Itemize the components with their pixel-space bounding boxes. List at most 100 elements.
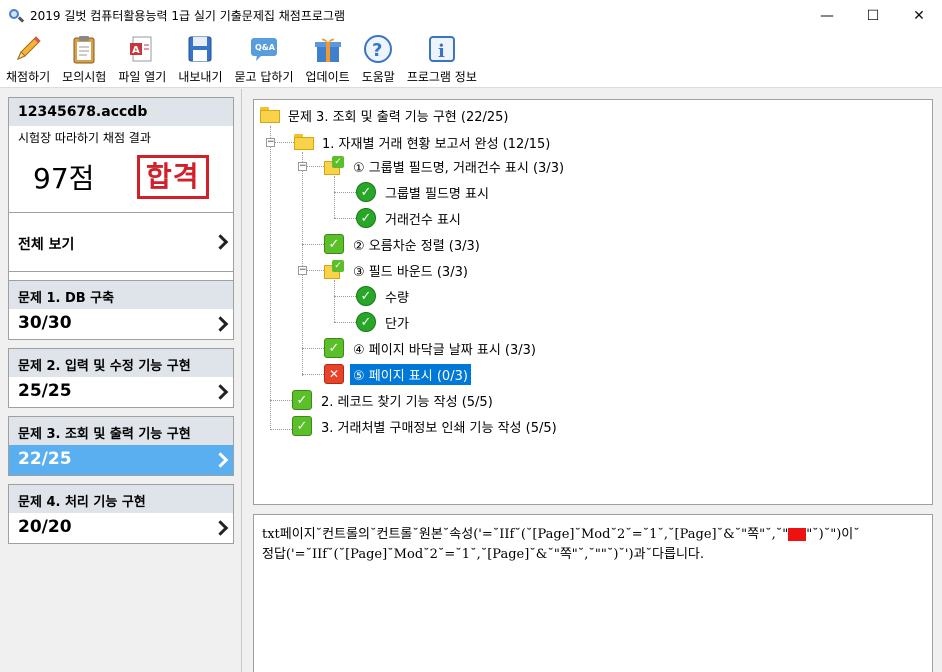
collapse-toggle[interactable]: − <box>298 162 307 171</box>
update-button[interactable]: 업데이트 <box>300 31 356 85</box>
tree-node-label: 3. 거래처별 구매정보 인쇄 기능 작성 (5/5) <box>321 420 557 436</box>
check-square-icon: ✓ <box>324 234 344 254</box>
help-label: 도움말 <box>361 70 395 84</box>
tree-node-3[interactable]: ✓ 3. 거래처별 구매정보 인쇄 기능 작성 (5/5) <box>292 415 560 437</box>
tree-node-1-2[interactable]: ✓ ② 오름차순 정렬 (3/3) <box>324 233 483 255</box>
pass-stamp: 합격 <box>137 155 209 199</box>
detail-line-2: 정답('=˘IIf˘(˘[Page]˘Mod˘2˘=˘1˘,˘[Page]˘&˘… <box>262 547 705 562</box>
all-view-label: 전체 보기 <box>18 237 75 253</box>
tree-node-label: ① 그룹별 필드명, 거래건수 표시 (3/3) <box>353 160 565 176</box>
check-circle-icon: ✓ <box>356 286 376 306</box>
check-square-icon: ✓ <box>324 338 344 358</box>
tree-node-label: 문제 3. 조회 및 출력 기능 구현 (22/25) <box>288 109 509 125</box>
maximize-button[interactable]: ☐ <box>850 0 896 31</box>
tree-node-1-1-b[interactable]: ✓ 거래건수 표시 <box>356 207 464 229</box>
open-file-label: 파일 열기 <box>118 70 167 84</box>
gift-box-icon <box>314 38 341 62</box>
check-square-icon: ✓ <box>292 390 312 410</box>
program-info-button[interactable]: i 프로그램 정보 <box>401 31 483 85</box>
nav-item-score: 30/30 <box>18 313 72 333</box>
tree-node-1-5[interactable]: ✕ ⑤ 페이지 표시 (0/3) <box>324 362 472 386</box>
detail-line-1: txt페이지˘컨트롤의˘컨트롤˘원본˘속성('=˘IIf˘(˘[Page]˘Mo… <box>262 527 860 542</box>
app-icon <box>8 8 25 24</box>
nav-item-q3[interactable]: 문제 3. 조회 및 출력 기능 구현 22/25 <box>8 416 234 476</box>
tree-node-label: ③ 필드 바운드 (3/3) <box>353 264 468 280</box>
tree-node-1-3-b[interactable]: ✓ 단가 <box>356 311 412 333</box>
tree-node-label: 수량 <box>385 290 409 306</box>
qa-bubble-icon: Q&A <box>251 38 277 61</box>
open-file-button[interactable]: A 파일 열기 <box>112 31 172 85</box>
help-button[interactable]: ? 도움말 <box>356 31 401 85</box>
folder-icon <box>260 107 280 123</box>
mock-exam-button[interactable]: 모의시험 <box>56 31 112 85</box>
clipboard-icon <box>73 36 95 64</box>
chevron-right-icon <box>212 452 229 468</box>
grade-button[interactable]: 채점하기 <box>0 31 56 85</box>
help-icon: ? <box>364 35 393 63</box>
mock-exam-label: 모의시험 <box>62 70 107 84</box>
nav-item-q4[interactable]: 문제 4. 처리 기능 구현 20/20 <box>8 484 234 544</box>
nav-item-title: 문제 3. 조회 및 출력 기능 구현 <box>9 417 233 445</box>
check-circle-icon: ✓ <box>356 182 376 202</box>
check-circle-icon: ✓ <box>356 208 376 228</box>
chevron-right-icon <box>212 234 229 250</box>
nav-item-title: 문제 1. DB 구축 <box>9 281 233 309</box>
tree-node-1[interactable]: 1. 자재별 거래 현황 보고서 완성 (12/15) <box>294 131 553 153</box>
grade-label: 채점하기 <box>6 70 51 84</box>
window-title: 2019 길벗 컴퓨터활용능력 1급 실기 기출문제집 채점프로그램 <box>30 9 345 23</box>
folder-icon <box>294 134 314 150</box>
export-label: 내보내기 <box>178 70 223 84</box>
tree-node-1-1-a[interactable]: ✓ 그룹별 필드명 표시 <box>356 181 492 203</box>
score-file-name: 12345678.accdb <box>9 98 233 126</box>
title-bar: 2019 길벗 컴퓨터활용능력 1급 실기 기출문제집 채점프로그램 — ☐ ✕ <box>0 0 942 31</box>
svg-text:Q&A: Q&A <box>255 43 276 52</box>
folder-check-icon: ✓ <box>324 260 344 280</box>
tree-node-label: ② 오름차순 정렬 (3/3) <box>353 238 480 254</box>
score-subtitle: 시험장 따라하기 채점 결과 <box>18 131 151 145</box>
tree-node-label: 2. 레코드 찾기 기능 작성 (5/5) <box>321 394 493 410</box>
tree-node-label: 그룹별 필드명 표시 <box>385 186 489 202</box>
detail-panel[interactable]: txt페이지˘컨트롤의˘컨트롤˘원본˘속성('=˘IIf˘(˘[Page]˘Mo… <box>253 514 933 672</box>
minimize-button[interactable]: — <box>804 0 850 31</box>
close-button[interactable]: ✕ <box>896 0 942 31</box>
program-info-label: 프로그램 정보 <box>406 70 477 84</box>
tree-node-label: 1. 자재별 거래 현황 보고서 완성 (12/15) <box>322 136 551 152</box>
result-tree[interactable]: − − − 문제 3. 조회 및 출력 기능 구현 (22/25) 1. 자재별… <box>253 99 933 505</box>
qa-label: 묻고 답하기 <box>234 70 294 84</box>
svg-text:i: i <box>438 41 445 62</box>
collapse-toggle[interactable]: − <box>298 266 307 275</box>
check-square-icon: ✓ <box>292 416 312 436</box>
collapse-toggle[interactable]: − <box>266 138 275 147</box>
error-x-icon: ✕ <box>324 364 344 384</box>
nav-item-score: 25/25 <box>18 381 72 401</box>
tree-node-1-4[interactable]: ✓ ④ 페이지 바닥글 날짜 표시 (3/3) <box>324 337 539 359</box>
nav-item-score: 22/25 <box>18 449 72 469</box>
nav-item-title: 문제 2. 입력 및 수정 기능 구현 <box>9 349 233 377</box>
score-points: 97점 <box>33 162 95 195</box>
nav-item-title: 문제 4. 처리 기능 구현 <box>9 485 233 513</box>
tree-node-label: ④ 페이지 바닥글 날짜 표시 (3/3) <box>353 342 536 358</box>
folder-check-icon: ✓ <box>324 156 344 176</box>
tree-node-1-3-a[interactable]: ✓ 수량 <box>356 285 412 307</box>
svg-text:?: ? <box>372 40 382 61</box>
chevron-right-icon <box>212 316 229 332</box>
floppy-disk-icon <box>188 36 212 62</box>
tree-node-1-3[interactable]: ✓ ③ 필드 바운드 (3/3) <box>324 259 471 281</box>
qa-button[interactable]: Q&A 묻고 답하기 <box>229 31 300 85</box>
error-highlight <box>788 528 807 541</box>
all-view-button[interactable]: 전체 보기 <box>8 212 234 272</box>
tree-node-label: ⑤ 페이지 표시 (0/3) <box>349 362 472 386</box>
export-button[interactable]: 내보내기 <box>172 31 228 85</box>
toolbar: 채점하기 모의시험 A 파일 열기 내보내기 Q&A 묻고 답하기 업데이트 ?… <box>0 31 942 88</box>
tree-node-root[interactable]: 문제 3. 조회 및 출력 기능 구현 (22/25) <box>260 104 512 126</box>
check-circle-icon: ✓ <box>356 312 376 332</box>
update-label: 업데이트 <box>305 70 350 84</box>
tree-node-2[interactable]: ✓ 2. 레코드 찾기 기능 작성 (5/5) <box>292 389 496 411</box>
pencil-icon <box>17 36 41 60</box>
nav-item-q2[interactable]: 문제 2. 입력 및 수정 기능 구현 25/25 <box>8 348 234 408</box>
open-file-icon: A <box>130 36 152 62</box>
tree-node-1-1[interactable]: ✓ ① 그룹별 필드명, 거래건수 표시 (3/3) <box>324 155 567 177</box>
svg-text:A: A <box>132 45 140 56</box>
tree-node-label: 거래건수 표시 <box>385 212 461 228</box>
nav-item-q1[interactable]: 문제 1. DB 구축 30/30 <box>8 280 234 340</box>
